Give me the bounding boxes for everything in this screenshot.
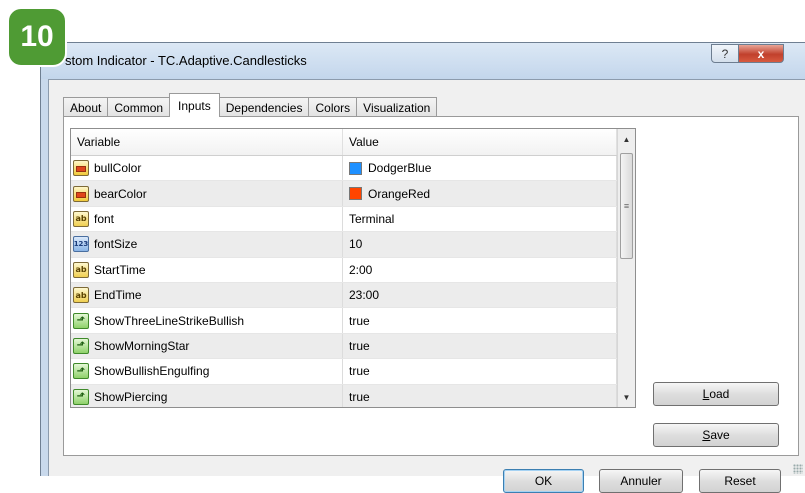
variable-name: bullColor xyxy=(94,161,142,176)
table-row[interactable]: bearColor OrangeRed xyxy=(71,181,635,207)
color-swatch xyxy=(349,161,362,175)
title-bar[interactable]: stom Indicator - TC.Adaptive.Candlestick… xyxy=(41,43,805,79)
grid-scrollbar[interactable]: ▲ ≡ ▼ xyxy=(617,129,635,407)
table-row[interactable]: ⬏ ShowPiercing true xyxy=(71,384,635,407)
value-text: Terminal xyxy=(349,211,395,226)
table-row[interactable]: ab EndTime 23:00 xyxy=(71,282,635,309)
variable-name: font xyxy=(94,211,115,226)
value-cell[interactable]: Terminal xyxy=(343,206,617,232)
variable-cell: ⬏ ShowMorningStar xyxy=(71,333,343,359)
scroll-up-icon[interactable]: ▲ xyxy=(618,131,635,147)
tab-about[interactable]: About xyxy=(63,97,109,117)
variable-cell: ⬏ ShowThreeLineStrikeBullish xyxy=(71,308,343,333)
value-cell[interactable]: 23:00 xyxy=(343,282,617,308)
value-cell[interactable]: OrangeRed xyxy=(343,181,617,206)
boolean-param-icon: ⬏ xyxy=(73,312,89,329)
value-text: true xyxy=(349,389,370,404)
window-title: stom Indicator - TC.Adaptive.Candlestick… xyxy=(65,53,307,68)
boolean-param-icon: ⬏ xyxy=(73,337,89,354)
text-param-icon: ab xyxy=(73,287,89,304)
value-text: 2:00 xyxy=(349,262,373,277)
variable-name: ShowPiercing xyxy=(94,389,168,404)
value-text: 23:00 xyxy=(349,288,380,303)
column-header-variable[interactable]: Variable xyxy=(71,129,343,155)
grid-header: Variable Value xyxy=(71,129,635,156)
variable-cell: ⬏ ShowBullishEngulfing xyxy=(71,359,343,384)
load-button-label: Load xyxy=(702,387,730,401)
dialog-client-area: About Common Inputs Dependencies Colors Visua… xyxy=(48,79,805,493)
tab-common[interactable]: Common xyxy=(107,97,171,117)
grid-body: bullColor DodgerBlue bearColor OrangeRed ab f… xyxy=(71,156,635,407)
variable-cell: bearColor xyxy=(71,181,343,206)
variable-name: bearColor xyxy=(94,186,147,201)
help-button[interactable]: ? xyxy=(711,44,739,63)
table-row[interactable]: ⬏ ShowThreeLineStrikeBullish true xyxy=(71,308,635,334)
column-header-value[interactable]: Value xyxy=(343,129,617,155)
value-cell[interactable]: true xyxy=(343,359,617,384)
table-row[interactable]: ab font Terminal xyxy=(71,206,635,233)
help-icon: ? xyxy=(721,46,729,61)
integer-param-icon: 123 xyxy=(73,236,89,253)
variable-name: ShowThreeLineStrikeBullish xyxy=(94,313,245,328)
variable-name: StartTime xyxy=(94,262,146,277)
text-param-icon: ab xyxy=(73,261,89,278)
value-cell[interactable]: true xyxy=(343,384,617,407)
value-text: 10 xyxy=(349,237,363,252)
value-cell[interactable]: 2:00 xyxy=(343,257,617,282)
cancel-button[interactable]: Annuler xyxy=(599,469,683,493)
load-button[interactable]: Load xyxy=(653,382,779,406)
value-cell[interactable]: 10 xyxy=(343,232,617,257)
tab-colors[interactable]: Colors xyxy=(308,97,358,117)
variable-name: ShowMorningStar xyxy=(94,338,190,353)
boolean-param-icon: ⬏ xyxy=(73,388,89,405)
color-param-icon xyxy=(73,185,89,202)
value-text: DodgerBlue xyxy=(368,161,432,176)
table-row[interactable]: ab StartTime 2:00 xyxy=(71,257,635,283)
table-row[interactable]: bullColor DodgerBlue xyxy=(71,156,635,182)
close-button[interactable]: x xyxy=(738,44,784,63)
color-swatch xyxy=(349,187,362,201)
variable-name: ShowBullishEngulfing xyxy=(94,364,210,379)
inputs-grid: Variable Value bullColor DodgerBlue bearCo… xyxy=(70,128,636,408)
table-row[interactable]: ⬏ ShowMorningStar true xyxy=(71,333,635,360)
value-cell[interactable]: true xyxy=(343,308,617,333)
variable-cell: ⬏ ShowPiercing xyxy=(71,384,343,407)
indicator-dialog: stom Indicator - TC.Adaptive.Candlestick… xyxy=(40,42,805,493)
resize-grip-icon[interactable] xyxy=(793,464,803,474)
scroll-down-icon[interactable]: ▼ xyxy=(618,389,635,405)
color-param-icon xyxy=(73,160,89,177)
variable-name: EndTime xyxy=(94,288,142,303)
value-text: true xyxy=(349,338,370,353)
variable-name: fontSize xyxy=(94,237,138,252)
close-icon: x xyxy=(757,46,765,61)
variable-cell: ab StartTime xyxy=(71,257,343,282)
variable-cell: ab font xyxy=(71,206,343,232)
text-param-icon: ab xyxy=(73,210,89,227)
scroll-thumb[interactable]: ≡ xyxy=(620,153,633,259)
value-text: true xyxy=(349,313,370,328)
variable-cell: ab EndTime xyxy=(71,282,343,308)
save-button[interactable]: Save xyxy=(653,423,779,447)
boolean-param-icon: ⬏ xyxy=(73,363,89,380)
tab-strip: About Common Inputs Dependencies Colors Visua… xyxy=(63,93,438,117)
reset-button[interactable]: Reset xyxy=(699,469,781,493)
tab-inputs[interactable]: Inputs xyxy=(169,93,220,117)
value-cell[interactable]: DodgerBlue xyxy=(343,156,617,181)
value-cell[interactable]: true xyxy=(343,333,617,359)
value-text: true xyxy=(349,364,370,379)
save-button-label: Save xyxy=(702,428,730,442)
table-row[interactable]: 123 fontSize 10 xyxy=(71,232,635,258)
value-text: OrangeRed xyxy=(368,186,431,201)
variable-cell: bullColor xyxy=(71,156,343,181)
table-row[interactable]: ⬏ ShowBullishEngulfing true xyxy=(71,359,635,385)
ok-button[interactable]: OK xyxy=(503,469,584,493)
step-badge: 10 xyxy=(7,7,67,67)
variable-cell: 123 fontSize xyxy=(71,232,343,257)
tab-visualization[interactable]: Visualization xyxy=(356,97,438,117)
tab-dependencies[interactable]: Dependencies xyxy=(218,97,310,117)
